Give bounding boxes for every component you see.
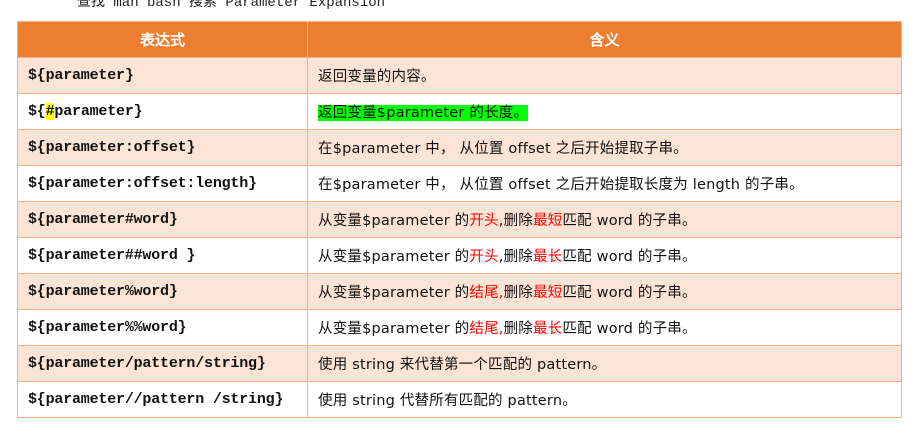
meaning-text: 从变量$parameter 的 [318, 213, 470, 229]
red-emphasis: 最长 [533, 249, 563, 265]
meaning-text: 从变量$parameter 的 [318, 249, 470, 265]
meaning-cell: 使用 string 代替所有匹配的 pattern。 [307, 381, 902, 418]
meaning-text: 删除 [503, 285, 534, 301]
table-row: ${parameter%word} 从变量$parameter 的结尾,删除最短… [17, 273, 902, 310]
meaning-cell: 从变量$parameter 的开头,删除最短匹配 word 的子串。 [307, 201, 902, 238]
expression-cell: ${parameter%%word} [17, 309, 308, 346]
document-caption: 查找 man bash 搜索 Parameter Expansion [77, 0, 386, 11]
expression-cell: ${#parameter} [17, 93, 308, 130]
meaning-text: 匹配 word 的子串。 [562, 213, 697, 229]
meaning-text: 删除 [503, 321, 534, 337]
table-row: ${parameter:offset} 在$parameter 中， 从位置 o… [17, 129, 902, 166]
expression-cell: ${parameter##word } [17, 237, 308, 274]
expression-cell: ${parameter/pattern/string} [17, 345, 308, 382]
table-row: ${parameter//pattern /string} 使用 string … [17, 381, 902, 418]
meaning-text: 匹配 word 的子串。 [562, 249, 697, 265]
header-expression: 表达式 [17, 21, 308, 58]
meaning-text: 匹配 word 的子串。 [562, 285, 697, 301]
table-row: ${parameter} 返回变量的内容。 [17, 57, 902, 94]
expression-cell: ${parameter} [17, 57, 308, 94]
meaning-cell: 使用 string 来代替第一个匹配的 pattern。 [307, 345, 902, 382]
meaning-text: ,删除 [498, 213, 534, 229]
red-emphasis: 最短 [533, 285, 563, 301]
table-row: ${parameter:offset:length} 在$parameter 中… [17, 165, 902, 202]
table-row: ${#parameter} 返回变量$parameter 的长度。 [17, 93, 902, 130]
meaning-text: ,删除 [498, 249, 534, 265]
table-row: ${parameter%%word} 从变量$parameter 的结尾,删除最… [17, 309, 902, 346]
meaning-cell: 返回变量的内容。 [307, 57, 902, 94]
parameter-expansion-table: 表达式 含义 ${parameter} 返回变量的内容。 ${#paramete… [17, 21, 902, 418]
meaning-cell: 返回变量$parameter 的长度。 [307, 93, 902, 130]
green-highlight: 返回变量$parameter 的长度。 [318, 105, 529, 121]
red-emphasis: 结尾, [469, 285, 504, 301]
expression-cell: ${parameter%word} [17, 273, 308, 310]
table-row: ${parameter/pattern/string} 使用 string 来代… [17, 345, 902, 382]
table-row: ${parameter#word} 从变量$parameter 的开头,删除最短… [17, 201, 902, 238]
expression-text: ${ [28, 103, 46, 120]
expression-cell: ${parameter#word} [17, 201, 308, 238]
expression-cell: ${parameter:offset:length} [17, 165, 308, 202]
expression-cell: ${parameter:offset} [17, 129, 308, 166]
red-emphasis: 最短 [533, 213, 563, 229]
meaning-cell: 从变量$parameter 的结尾,删除最短匹配 word 的子串。 [307, 273, 902, 310]
red-emphasis: 最长 [533, 321, 563, 337]
red-emphasis: 开头 [469, 249, 499, 265]
header-meaning: 含义 [307, 21, 902, 58]
red-emphasis: 开头 [469, 213, 499, 229]
meaning-cell: 从变量$parameter 的结尾,删除最长匹配 word 的子串。 [307, 309, 902, 346]
expression-cell: ${parameter//pattern /string} [17, 381, 308, 418]
table-header-row: 表达式 含义 [17, 21, 902, 58]
meaning-cell: 在$parameter 中， 从位置 offset 之后开始提取长度为 leng… [307, 165, 902, 202]
meaning-cell: 在$parameter 中， 从位置 offset 之后开始提取子串。 [307, 129, 902, 166]
meaning-text: 从变量$parameter 的 [318, 321, 470, 337]
meaning-cell: 从变量$parameter 的开头,删除最长匹配 word 的子串。 [307, 237, 902, 274]
meaning-text: 从变量$parameter 的 [318, 285, 470, 301]
meaning-text: 匹配 word 的子串。 [562, 321, 697, 337]
expression-text: parameter} [54, 103, 143, 120]
red-emphasis: 结尾, [469, 321, 504, 337]
table-row: ${parameter##word } 从变量$parameter 的开头,删除… [17, 237, 902, 274]
